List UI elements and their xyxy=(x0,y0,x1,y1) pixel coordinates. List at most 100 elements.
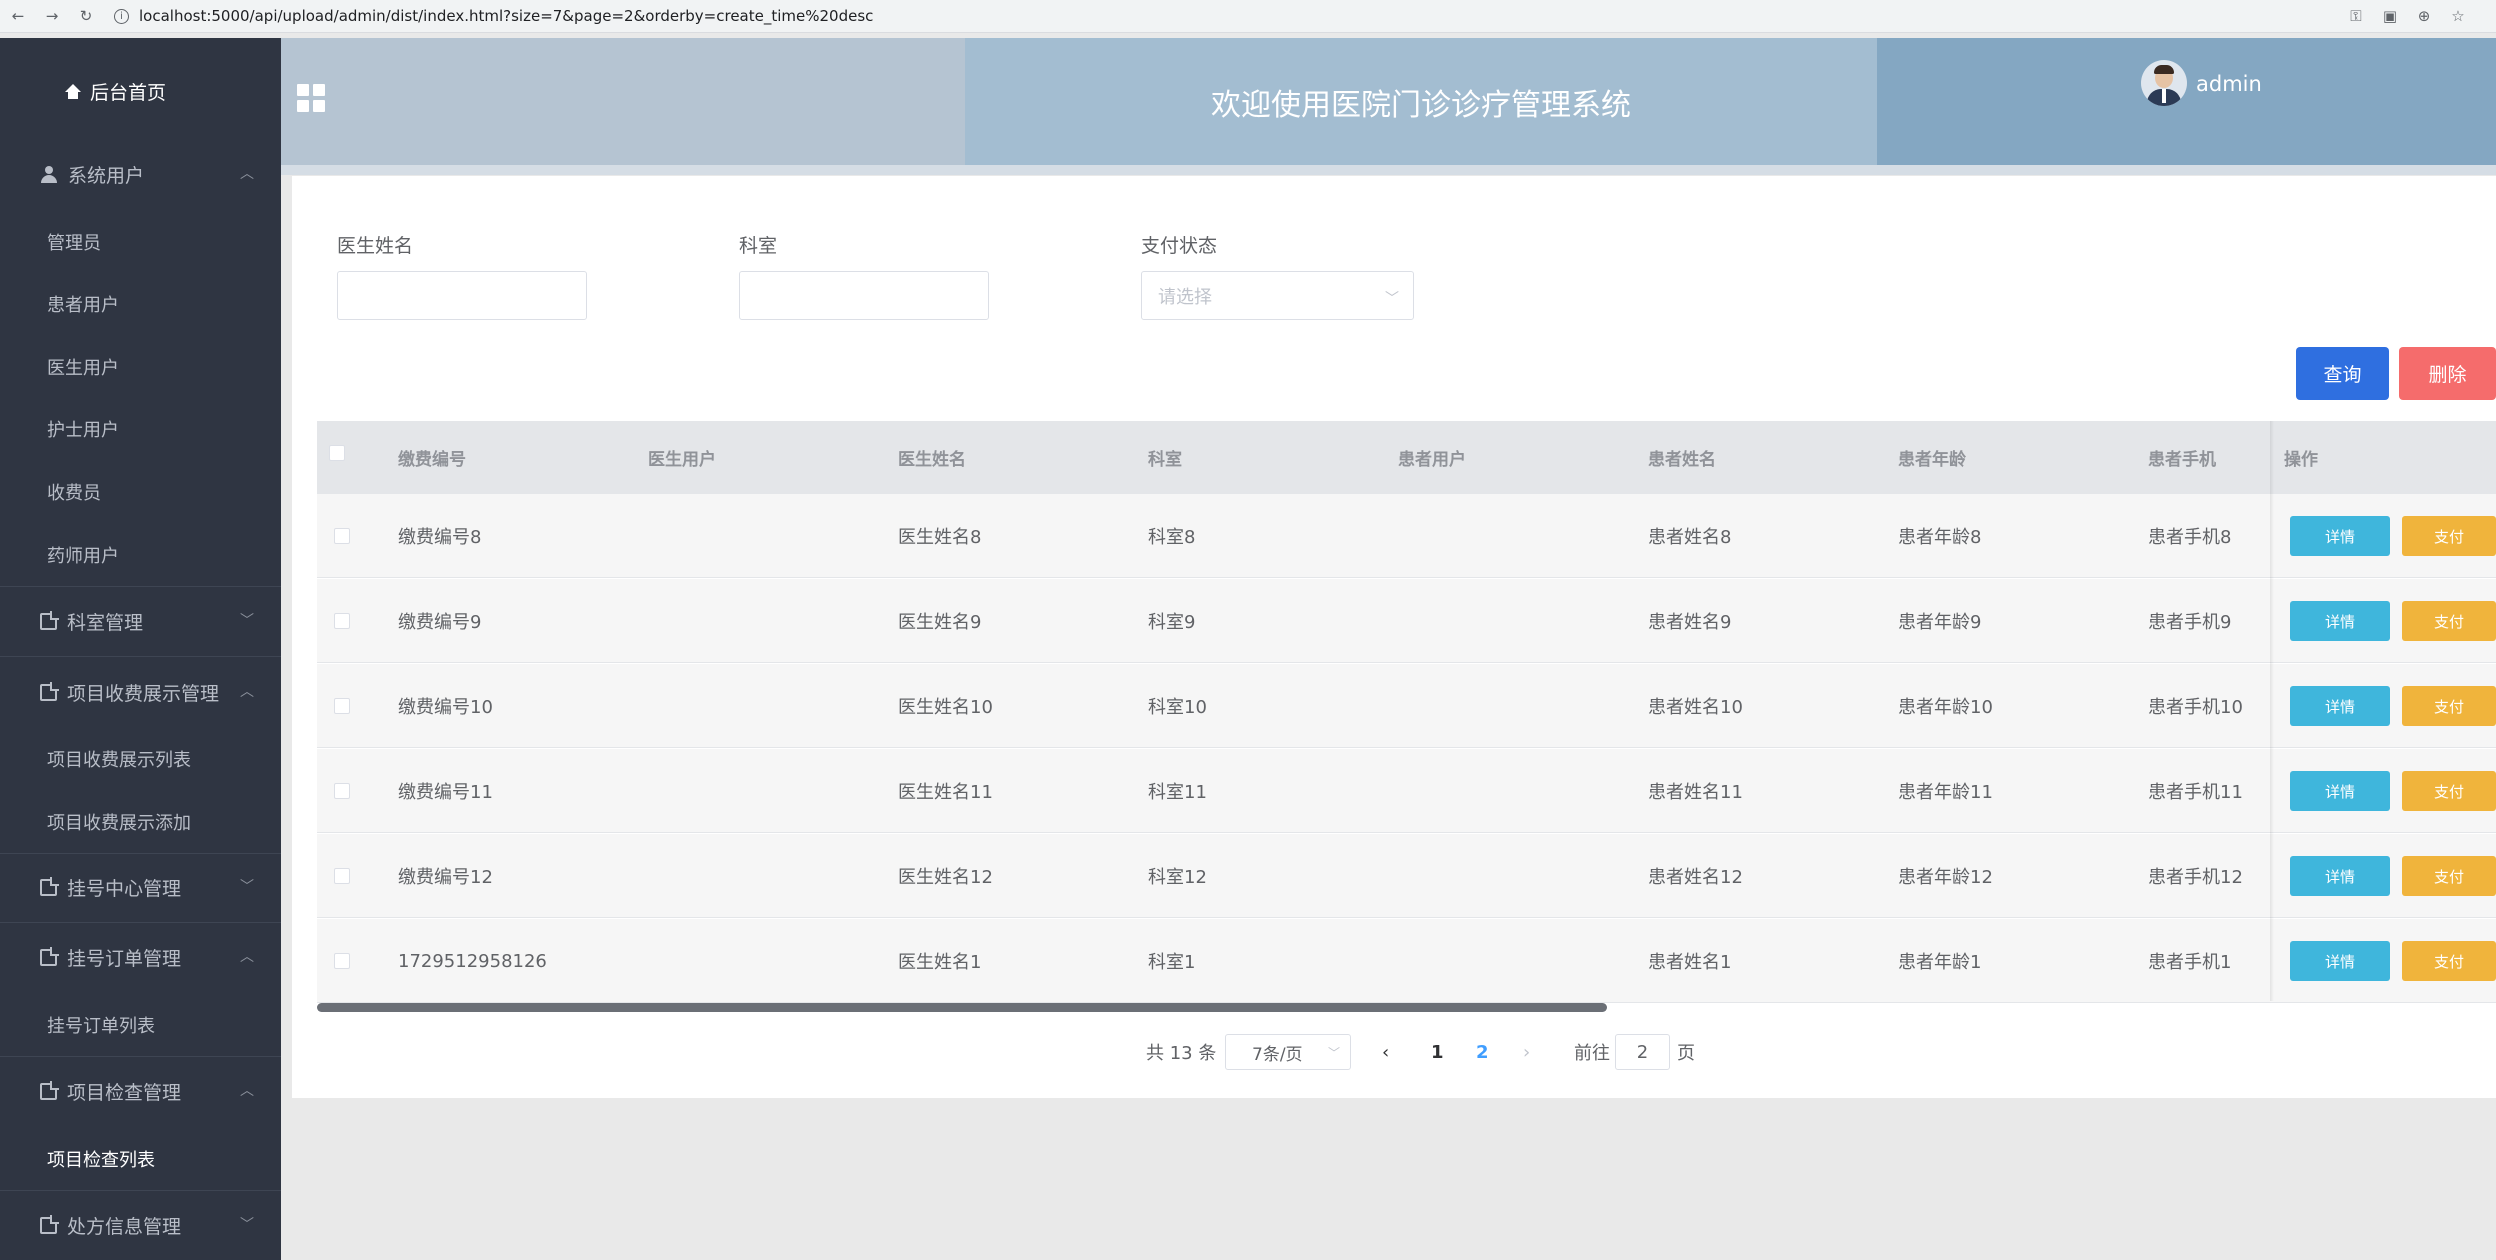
sidebar-divider xyxy=(0,656,281,657)
sidebar-item-doctor[interactable]: 医生用户 xyxy=(47,354,119,380)
sidebar-item-order-list[interactable]: 挂号订单列表 xyxy=(47,1012,155,1038)
cell: 患者年龄11 xyxy=(1898,782,1993,803)
horizontal-scrollbar[interactable] xyxy=(317,1003,1607,1012)
sidebar-group-label: 项目检查管理 xyxy=(67,1082,182,1104)
cell: 患者年龄1 xyxy=(1898,952,1982,973)
username[interactable]: admin xyxy=(2196,72,2262,96)
cell: 患者年龄12 xyxy=(1898,867,1993,888)
sidebar-group-register[interactable]: 挂号中心管理 ﹀ xyxy=(40,874,254,901)
delete-button[interactable]: 删除 xyxy=(2399,347,2496,400)
sidebar-group-fee[interactable]: 项目收费展示管理 ︿ xyxy=(40,679,254,706)
cell: 医生姓名9 xyxy=(898,612,982,633)
avatar[interactable] xyxy=(2141,60,2187,106)
star-icon[interactable]: ☆ xyxy=(2450,7,2466,25)
sidebar-item-cashier[interactable]: 收费员 xyxy=(47,479,101,505)
page-2[interactable]: 2 xyxy=(1476,1037,1489,1067)
screen-icon[interactable]: ▣ xyxy=(2382,7,2398,25)
chevron-up-icon: ︿ xyxy=(240,949,254,965)
col-header: 患者年龄 xyxy=(1898,450,1966,470)
sidebar-item-check-list[interactable]: 项目检查列表 xyxy=(47,1146,155,1172)
header-underline xyxy=(281,165,2496,175)
cell: 患者手机10 xyxy=(2148,697,2243,718)
dept-input[interactable] xyxy=(739,271,989,320)
page-1[interactable]: 1 xyxy=(1431,1037,1444,1067)
col-header: 医生用户 xyxy=(648,450,716,470)
doctor-name-label: 医生姓名 xyxy=(337,235,414,257)
next-page-button[interactable]: › xyxy=(1523,1037,1530,1067)
sidebar-item-admin[interactable]: 管理员 xyxy=(47,229,101,255)
table-header: 缴费编号 医生用户 医生姓名 科室 患者用户 患者姓名 患者年龄 患者手机 操作 xyxy=(317,421,2496,494)
sidebar-group-prescription[interactable]: 处方信息管理 ﹀ xyxy=(40,1212,254,1239)
sidebar-group-order[interactable]: 挂号订单管理 ︿ xyxy=(40,944,254,971)
document-icon xyxy=(40,682,59,701)
browser-toolbar: ← → ↻ i localhost:5000/api/upload/admin/… xyxy=(0,0,2496,33)
row-checkbox[interactable] xyxy=(334,528,350,544)
sidebar-group-check[interactable]: 项目检查管理 ︿ xyxy=(40,1078,254,1105)
document-icon xyxy=(40,947,59,966)
detail-button[interactable]: 详情 xyxy=(2290,941,2390,981)
select-all-checkbox[interactable] xyxy=(329,445,345,461)
sidebar-item-fee-add[interactable]: 项目收费展示添加 xyxy=(47,809,191,835)
page-size-select[interactable]: 7条/页 ﹀ xyxy=(1225,1034,1351,1070)
cell: 患者姓名10 xyxy=(1648,697,1743,718)
cell: 科室9 xyxy=(1148,612,1196,633)
sidebar-item-fee-list[interactable]: 项目收费展示列表 xyxy=(47,746,191,772)
row-checkbox[interactable] xyxy=(334,698,350,714)
fixed-column-shadow xyxy=(2270,421,2274,1001)
detail-button[interactable]: 详情 xyxy=(2290,686,2390,726)
goto-page-input[interactable]: 2 xyxy=(1615,1034,1670,1070)
pay-button[interactable]: 支付 xyxy=(2402,941,2496,981)
key-icon[interactable]: ⚿ xyxy=(2348,7,2364,25)
detail-button[interactable]: 详情 xyxy=(2290,856,2390,896)
row-checkbox[interactable] xyxy=(334,613,350,629)
sidebar-divider xyxy=(0,1190,281,1191)
row-checkbox[interactable] xyxy=(334,868,350,884)
sidebar-home-label: 后台首页 xyxy=(90,82,167,104)
row-checkbox[interactable] xyxy=(334,783,350,799)
col-header: 患者手机 xyxy=(2148,450,2216,470)
menu-grid-icon[interactable] xyxy=(297,84,325,112)
chevron-down-icon: ﹀ xyxy=(240,613,254,629)
pay-status-select[interactable]: 请选择 ﹀ xyxy=(1141,271,1414,320)
table-row: 缴费编号11 医生姓名11 科室11 患者姓名11 患者年龄11 患者手机11 … xyxy=(317,749,2496,833)
detail-button[interactable]: 详情 xyxy=(2290,771,2390,811)
site-info-icon[interactable]: i xyxy=(114,8,129,24)
home-icon xyxy=(64,83,82,100)
cell: 医生姓名8 xyxy=(898,527,982,548)
sidebar-group-label: 挂号中心管理 xyxy=(67,878,182,900)
goto-prefix: 前往 xyxy=(1574,1043,1610,1064)
detail-button[interactable]: 详情 xyxy=(2290,516,2390,556)
table-row: 缴费编号9 医生姓名9 科室9 患者姓名9 患者年龄9 患者手机9 详情 支付 xyxy=(317,579,2496,663)
row-checkbox[interactable] xyxy=(334,953,350,969)
sidebar-home[interactable]: 后台首页 xyxy=(64,78,166,105)
cell: 科室12 xyxy=(1148,867,1207,888)
cell: 科室8 xyxy=(1148,527,1196,548)
pay-button[interactable]: 支付 xyxy=(2402,516,2496,556)
sidebar-group-dept[interactable]: 科室管理 ﹀ xyxy=(40,608,254,635)
pay-button[interactable]: 支付 xyxy=(2402,771,2496,811)
back-icon[interactable]: ← xyxy=(10,7,26,25)
pay-button[interactable]: 支付 xyxy=(2402,601,2496,641)
sidebar-item-patient[interactable]: 患者用户 xyxy=(47,291,119,317)
sidebar-item-nurse[interactable]: 护士用户 xyxy=(47,416,119,442)
doctor-name-input[interactable] xyxy=(337,271,587,320)
document-icon xyxy=(40,877,59,896)
cell: 缴费编号11 xyxy=(398,782,493,803)
cell: 1729512958126 xyxy=(398,950,547,972)
address-bar[interactable]: i localhost:5000/api/upload/admin/dist/i… xyxy=(114,7,873,25)
reload-icon[interactable]: ↻ xyxy=(78,7,94,25)
pay-button[interactable]: 支付 xyxy=(2402,686,2496,726)
query-button[interactable]: 查询 xyxy=(2296,347,2389,400)
user-icon xyxy=(40,165,58,184)
sidebar-group-label: 系统用户 xyxy=(68,165,145,187)
cell: 患者姓名9 xyxy=(1648,612,1732,633)
sidebar-item-pharmacist[interactable]: 药师用户 xyxy=(47,542,119,568)
cell: 患者手机9 xyxy=(2148,612,2232,633)
pay-button[interactable]: 支付 xyxy=(2402,856,2496,896)
forward-icon[interactable]: → xyxy=(44,7,60,25)
prev-page-button[interactable]: ‹ xyxy=(1382,1037,1389,1067)
sidebar: 后台首页 系统用户 ︿ 管理员 患者用户 医生用户 护士用户 收费员 药师用户 … xyxy=(0,38,281,1260)
sidebar-group-users[interactable]: 系统用户 ︿ xyxy=(40,161,254,188)
detail-button[interactable]: 详情 xyxy=(2290,601,2390,641)
zoom-icon[interactable]: ⊕ xyxy=(2416,7,2432,25)
